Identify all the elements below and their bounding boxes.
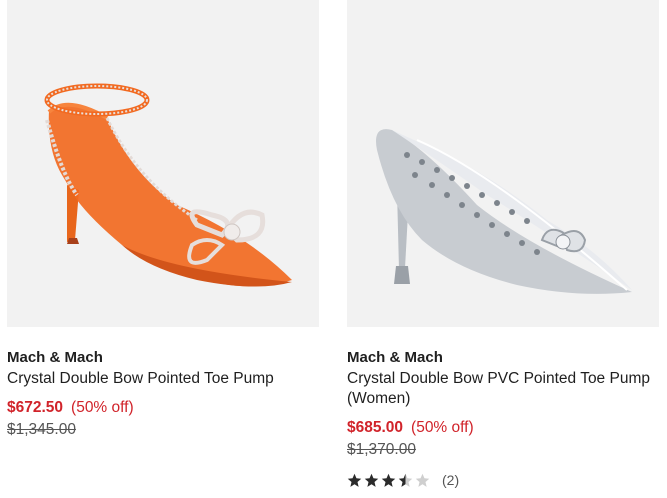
price-row: $672.50 (50% off) (7, 398, 319, 418)
product-brand[interactable]: Mach & Mach (347, 348, 659, 368)
stars (347, 473, 430, 488)
product-title[interactable]: Crystal Double Bow Pointed Toe Pump (7, 369, 319, 389)
orange-pump-image (44, 83, 292, 287)
star-half-icon (398, 473, 413, 487)
clear-pump-image (376, 129, 632, 294)
discount-label: (50% off) (71, 399, 134, 416)
star-full-icon (364, 473, 379, 487)
review-count[interactable]: (2) (442, 472, 459, 488)
product-image[interactable] (347, 0, 659, 327)
original-price: $1,345.00 (7, 421, 76, 438)
product-card[interactable]: Mach & Mach Crystal Double Bow PVC Point… (347, 0, 659, 488)
sale-price: $685.00 (347, 419, 404, 436)
product-image[interactable] (7, 0, 319, 327)
original-price: $1,370.00 (347, 441, 416, 458)
star-empty-icon (415, 473, 430, 487)
star-rating[interactable]: (2) (347, 472, 659, 488)
sale-price: $672.50 (7, 399, 64, 416)
star-full-icon (381, 473, 396, 487)
discount-label: (50% off) (411, 419, 474, 436)
product-card[interactable]: Mach & Mach Crystal Double Bow Pointed T… (7, 0, 319, 440)
price-row: $685.00 (50% off) (347, 418, 659, 438)
product-title[interactable]: Crystal Double Bow PVC Pointed Toe Pump … (347, 369, 659, 409)
star-full-icon (347, 473, 362, 487)
product-brand[interactable]: Mach & Mach (7, 348, 319, 368)
